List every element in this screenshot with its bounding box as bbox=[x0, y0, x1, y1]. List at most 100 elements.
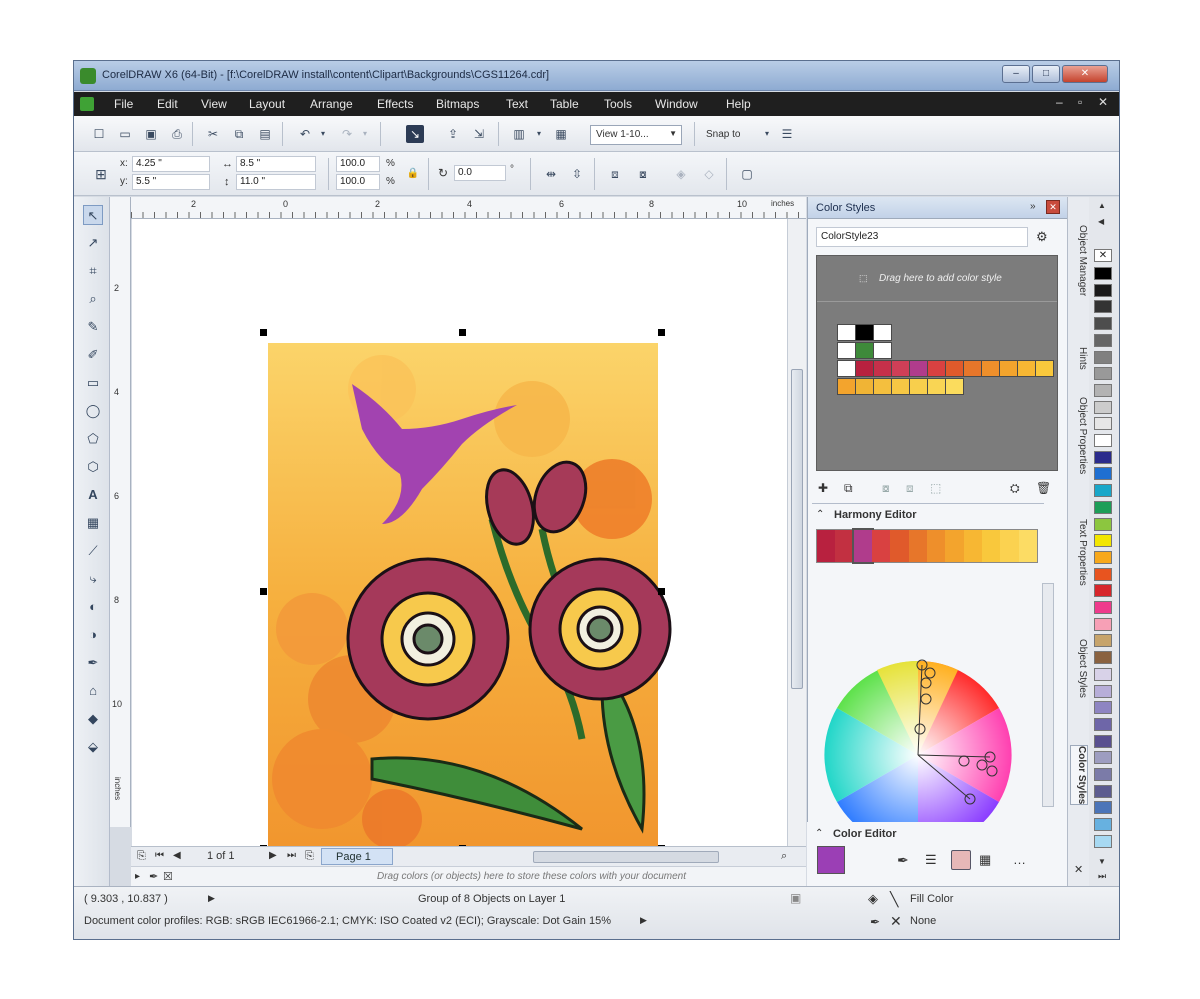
color-style-swatch[interactable] bbox=[873, 360, 892, 377]
redo-dropdown-icon[interactable]: ▾ bbox=[356, 125, 374, 143]
palette-scroll-down-icon[interactable]: ▼ bbox=[1098, 857, 1106, 866]
launcher-dropdown-icon[interactable]: ▾ bbox=[530, 125, 548, 143]
palette-swatch[interactable] bbox=[1094, 550, 1112, 564]
tab-text-properties[interactable]: Text Properties bbox=[1070, 519, 1088, 586]
eyedropper-icon[interactable]: ✒ bbox=[897, 852, 909, 869]
current-color-swatch[interactable] bbox=[817, 846, 845, 874]
color-style-swatch[interactable] bbox=[855, 378, 874, 395]
palette-swatch[interactable] bbox=[1094, 400, 1112, 414]
palette-swatch[interactable] bbox=[1094, 684, 1112, 698]
snap-to-dropdown-icon[interactable]: ▾ bbox=[758, 125, 776, 143]
palette-swatch[interactable] bbox=[1094, 584, 1112, 598]
table-tool-icon[interactable]: ▦ bbox=[83, 513, 103, 533]
palette-swatch[interactable] bbox=[1094, 300, 1112, 314]
color-style-swatch[interactable] bbox=[837, 378, 856, 395]
undo-dropdown-icon[interactable]: ▾ bbox=[314, 125, 332, 143]
color-style-swatch[interactable] bbox=[855, 360, 874, 377]
palette-swatch[interactable] bbox=[1094, 651, 1112, 665]
ellipse-tool-icon[interactable]: ◯ bbox=[83, 401, 103, 421]
rectangle-tool-icon[interactable]: ▭ bbox=[83, 373, 103, 393]
color-style-swatch[interactable] bbox=[945, 378, 964, 395]
harmony-color-bar[interactable] bbox=[816, 528, 1038, 564]
palette-swatch[interactable] bbox=[1094, 818, 1112, 832]
color-style-swatch[interactable] bbox=[927, 360, 946, 377]
shape-tool-icon[interactable]: ↗ bbox=[83, 233, 103, 253]
delete-style-icon[interactable]: 🗑 bbox=[1036, 481, 1051, 495]
artwork[interactable] bbox=[132, 219, 787, 846]
lock-ratio-icon[interactable]: 🔒 bbox=[404, 165, 422, 183]
menu-help[interactable]: Help bbox=[726, 97, 751, 111]
palette-swatch[interactable] bbox=[1094, 383, 1112, 397]
snap-to-label[interactable]: Snap to bbox=[706, 129, 740, 140]
color-style-swatch[interactable] bbox=[909, 378, 928, 395]
palette-swatch[interactable] bbox=[1094, 267, 1112, 280]
tab-hints[interactable]: Hints bbox=[1070, 347, 1088, 370]
menu-layout[interactable]: Layout bbox=[249, 97, 285, 111]
docker-close-icon[interactable]: ✕ bbox=[1046, 200, 1060, 214]
options-icon[interactable]: ☰ bbox=[778, 125, 796, 143]
palette-swatch[interactable] bbox=[1094, 667, 1112, 681]
status-expand-icon[interactable]: ▶ bbox=[208, 893, 215, 904]
connector-tool-icon[interactable]: ⤷ bbox=[83, 569, 103, 589]
menu-window[interactable]: Window bbox=[655, 97, 698, 111]
menu-effects[interactable]: Effects bbox=[377, 97, 413, 111]
color-palettes-icon[interactable]: ▦ bbox=[979, 852, 991, 868]
color-style-name-field[interactable]: ColorStyle23 bbox=[816, 227, 1028, 247]
palette-swatch[interactable] bbox=[1094, 367, 1112, 381]
more-options-icon[interactable]: … bbox=[1013, 852, 1026, 867]
no-color-icon[interactable]: ☒ bbox=[163, 870, 173, 883]
color-style-swatch[interactable] bbox=[855, 324, 874, 341]
palette-swatch[interactable] bbox=[1094, 283, 1112, 297]
import-icon[interactable]: ↘ bbox=[406, 125, 424, 143]
no-fill-swatch[interactable]: ✕ bbox=[1094, 249, 1112, 262]
zoom-tool-icon[interactable]: ⌕ bbox=[83, 289, 103, 309]
harmony-color-cell[interactable] bbox=[963, 530, 982, 562]
palette-swatch[interactable] bbox=[1094, 717, 1112, 731]
collapse-harmony-icon[interactable]: ⌃ bbox=[816, 509, 824, 520]
palette-swatch[interactable] bbox=[1094, 701, 1112, 715]
color-style-swatch[interactable] bbox=[855, 342, 874, 359]
outline-none-icon[interactable]: ✕ bbox=[890, 913, 902, 930]
vertical-scroll-thumb[interactable] bbox=[791, 369, 803, 689]
horizontal-scroll-thumb[interactable] bbox=[533, 851, 719, 863]
color-style-swatch[interactable] bbox=[999, 360, 1018, 377]
palette-swatch[interactable] bbox=[1094, 517, 1112, 531]
combine-icon[interactable]: ◈ bbox=[672, 165, 690, 183]
apply-style-icon[interactable]: ⧇ bbox=[882, 481, 890, 496]
menu-edit[interactable]: Edit bbox=[157, 97, 178, 111]
color-viewer-icon[interactable] bbox=[951, 850, 971, 870]
interactive-fill-tool-icon[interactable]: ⬙ bbox=[83, 737, 103, 757]
menu-text[interactable]: Text bbox=[506, 97, 528, 111]
text-tool-icon[interactable]: A bbox=[83, 485, 103, 505]
color-style-swatch[interactable] bbox=[891, 360, 910, 377]
prev-page-icon[interactable]: ◀ bbox=[173, 850, 181, 861]
palette-swatch[interactable] bbox=[1094, 567, 1112, 581]
palette-swatch[interactable] bbox=[1094, 434, 1112, 447]
welcome-screen-icon[interactable]: ▦ bbox=[552, 125, 570, 143]
undo-icon[interactable]: ↶ bbox=[296, 125, 314, 143]
rotation-field[interactable]: 0.0 bbox=[454, 165, 506, 181]
color-style-swatch[interactable] bbox=[891, 378, 910, 395]
add-page-icon[interactable]: ⎘ bbox=[137, 850, 146, 863]
close-button[interactable]: ✕ bbox=[1062, 65, 1108, 83]
color-style-swatch[interactable] bbox=[927, 378, 946, 395]
minimize-button[interactable]: – bbox=[1002, 65, 1030, 83]
color-styles-area[interactable]: ⬚ Drag here to add color style bbox=[816, 255, 1058, 471]
palette-menu-icon[interactable]: ▸ bbox=[135, 871, 140, 882]
paste-icon[interactable]: ▤ bbox=[256, 125, 274, 143]
new-color-style-icon[interactable]: ✚ bbox=[818, 481, 828, 495]
ungroup-icon[interactable]: ⧇ bbox=[634, 165, 652, 183]
export-style-icon[interactable]: ⛭ bbox=[1010, 481, 1020, 496]
x-position-field[interactable]: 4.25 " bbox=[132, 156, 210, 172]
eyedropper-icon[interactable]: ✒ bbox=[149, 870, 158, 883]
harmony-color-cell[interactable] bbox=[890, 530, 909, 562]
color-style-swatch[interactable] bbox=[981, 360, 1000, 377]
smart-fill-tool-icon[interactable]: ✐ bbox=[83, 345, 103, 365]
palette-swatch[interactable] bbox=[1094, 784, 1112, 798]
doc-restore-button[interactable]: ▫ bbox=[1078, 95, 1082, 109]
palette-swatch[interactable] bbox=[1094, 534, 1112, 548]
vertical-scrollbar[interactable] bbox=[787, 219, 806, 846]
color-sliders-icon[interactable]: ☰ bbox=[925, 852, 937, 868]
palette-swatch[interactable] bbox=[1094, 634, 1112, 648]
palette-swatch[interactable] bbox=[1094, 617, 1112, 631]
